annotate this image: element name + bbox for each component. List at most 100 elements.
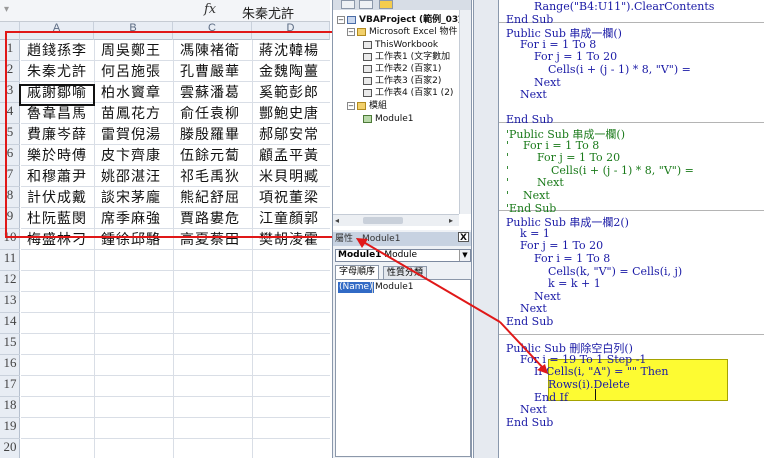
collapse-icon[interactable]: − [347,27,355,36]
cell[interactable] [21,397,94,418]
tree-node-sheet4[interactable]: 工作表4 (百家1 (2) [363,87,453,99]
tree-node-modules[interactable]: − 模組 [347,100,387,112]
code-line[interactable]: Next [506,302,547,315]
cell[interactable] [253,250,330,271]
tab-categorized[interactable]: 性質分類 [383,266,428,280]
view-code-button[interactable] [341,0,355,9]
tree-node-sheet2[interactable]: 工作表2 (百家1) [363,63,441,75]
cell[interactable] [174,397,252,418]
row-header[interactable]: 20 [0,439,20,458]
code-line[interactable]: Cells(i + (j - 1) * 8, "V") = [506,63,691,76]
cell[interactable] [95,271,173,292]
close-icon[interactable]: X [458,232,469,243]
code-comment-line[interactable]: ' For i = 1 To 8 [506,139,599,152]
cell[interactable] [174,355,252,376]
tree-node-excel-objects[interactable]: − Microsoft Excel 物件 [347,26,458,38]
scroll-left-icon[interactable]: ◂ [335,216,339,225]
cell[interactable] [21,439,94,458]
code-line[interactable]: For i = 1 To 8 [506,38,596,51]
cell[interactable] [174,439,252,458]
cell[interactable] [253,292,330,313]
cell[interactable] [95,334,173,355]
tree-node-sheet3[interactable]: 工作表3 (百家2) [363,75,441,87]
code-line[interactable]: End Sub [506,416,553,429]
code-line[interactable]: Range("B4:U11").ClearContents [506,0,714,13]
code-line[interactable]: Public Sub 串成一欄() [506,25,622,40]
tab-alphabetic[interactable]: 字母順序 [335,265,380,279]
code-line[interactable]: End If [506,391,568,404]
formula-input[interactable]: 朱秦尤許 [242,3,294,22]
code-line[interactable]: End Sub [506,113,553,126]
row-header[interactable]: 12 [0,271,20,292]
row-header[interactable]: 15 [0,334,20,355]
code-comment-line[interactable]: 'Public Sub 串成一欄() [506,126,625,141]
property-value[interactable]: Module1 [372,282,413,293]
code-line[interactable]: k = 1 [506,227,550,240]
view-object-button[interactable] [359,0,373,9]
code-line[interactable]: k = k + 1 [506,277,601,290]
code-line[interactable]: Public Sub 串成一欄2() [506,214,629,229]
cell[interactable] [21,250,94,271]
tree-node-sheet1[interactable]: 工作表1 (文字數加 [363,51,450,63]
code-comment-line[interactable]: ' For j = 1 To 20 [506,151,620,164]
code-line[interactable]: Next [506,403,547,416]
cell[interactable] [174,334,252,355]
tree-node-project[interactable]: − VBAProject (範例_03文 [337,14,467,26]
cell[interactable] [253,313,330,334]
code-line[interactable]: Next [506,88,547,101]
cell[interactable] [253,355,330,376]
code-window[interactable]: Range("B4:U11").ClearContents End Sub Publ… [498,0,764,458]
cell[interactable] [95,397,173,418]
collapse-icon[interactable]: − [347,101,355,110]
tree-node-module1[interactable]: Module1 [363,113,413,125]
scroll-right-icon[interactable]: ▸ [449,216,453,225]
code-line[interactable]: For j = 1 To 20 [506,50,617,63]
cell[interactable] [95,355,173,376]
scroll-thumb[interactable] [363,217,403,224]
cell[interactable] [174,376,252,397]
project-horizontal-scrollbar[interactable]: ◂ ▸ [333,214,459,226]
code-line[interactable]: Rows(i).Delete [506,378,630,391]
object-selector[interactable]: Module1 Module ▼ [335,249,471,262]
property-name[interactable]: (Name) [338,282,374,293]
cell[interactable] [253,271,330,292]
chevron-down-icon[interactable]: ▼ [459,250,470,261]
cell[interactable] [253,397,330,418]
row-header[interactable]: 19 [0,418,20,439]
cell[interactable] [95,313,173,334]
name-box-dropdown-icon[interactable]: ▾ [4,4,9,15]
cell[interactable] [95,439,173,458]
collapse-icon[interactable]: − [337,15,345,24]
row-header[interactable]: 17 [0,376,20,397]
code-comment-line[interactable]: 'End Sub [506,202,556,215]
code-line[interactable]: End Sub [506,315,553,328]
code-comment-line[interactable]: ' Cells(i + (j - 1) * 8, "V") = [506,164,694,177]
cell[interactable] [174,418,252,439]
code-comment-line[interactable]: ' Next [506,176,564,189]
insert-function-icon[interactable]: fx [204,2,216,17]
cell[interactable] [21,376,94,397]
cell[interactable] [21,271,94,292]
code-line[interactable]: Next [506,290,561,303]
code-line[interactable]: Cells(k, "V") = Cells(i, j) [506,265,682,278]
cell[interactable] [95,418,173,439]
code-line[interactable]: For j = 1 To 20 [506,239,603,252]
code-line[interactable]: For i = 19 To 1 Step -1 [506,353,646,366]
tree-node-thisworkbook[interactable]: ThisWorkbook [363,39,438,51]
code-line[interactable]: For i = 1 To 8 [506,252,610,265]
cell[interactable] [95,250,173,271]
code-line[interactable]: If Cells(i, "A") = "" Then [506,365,669,378]
project-vertical-scrollbar[interactable] [459,10,471,214]
cell[interactable] [21,355,94,376]
cell[interactable] [253,418,330,439]
cell[interactable] [174,292,252,313]
cell[interactable] [21,313,94,334]
cell[interactable] [253,334,330,355]
row-header[interactable]: 11 [0,250,20,271]
cell[interactable] [253,376,330,397]
code-line[interactable]: Next [506,76,561,89]
cell[interactable] [253,439,330,458]
cell[interactable] [21,418,94,439]
cell[interactable] [95,292,173,313]
row-header[interactable]: 13 [0,292,20,313]
